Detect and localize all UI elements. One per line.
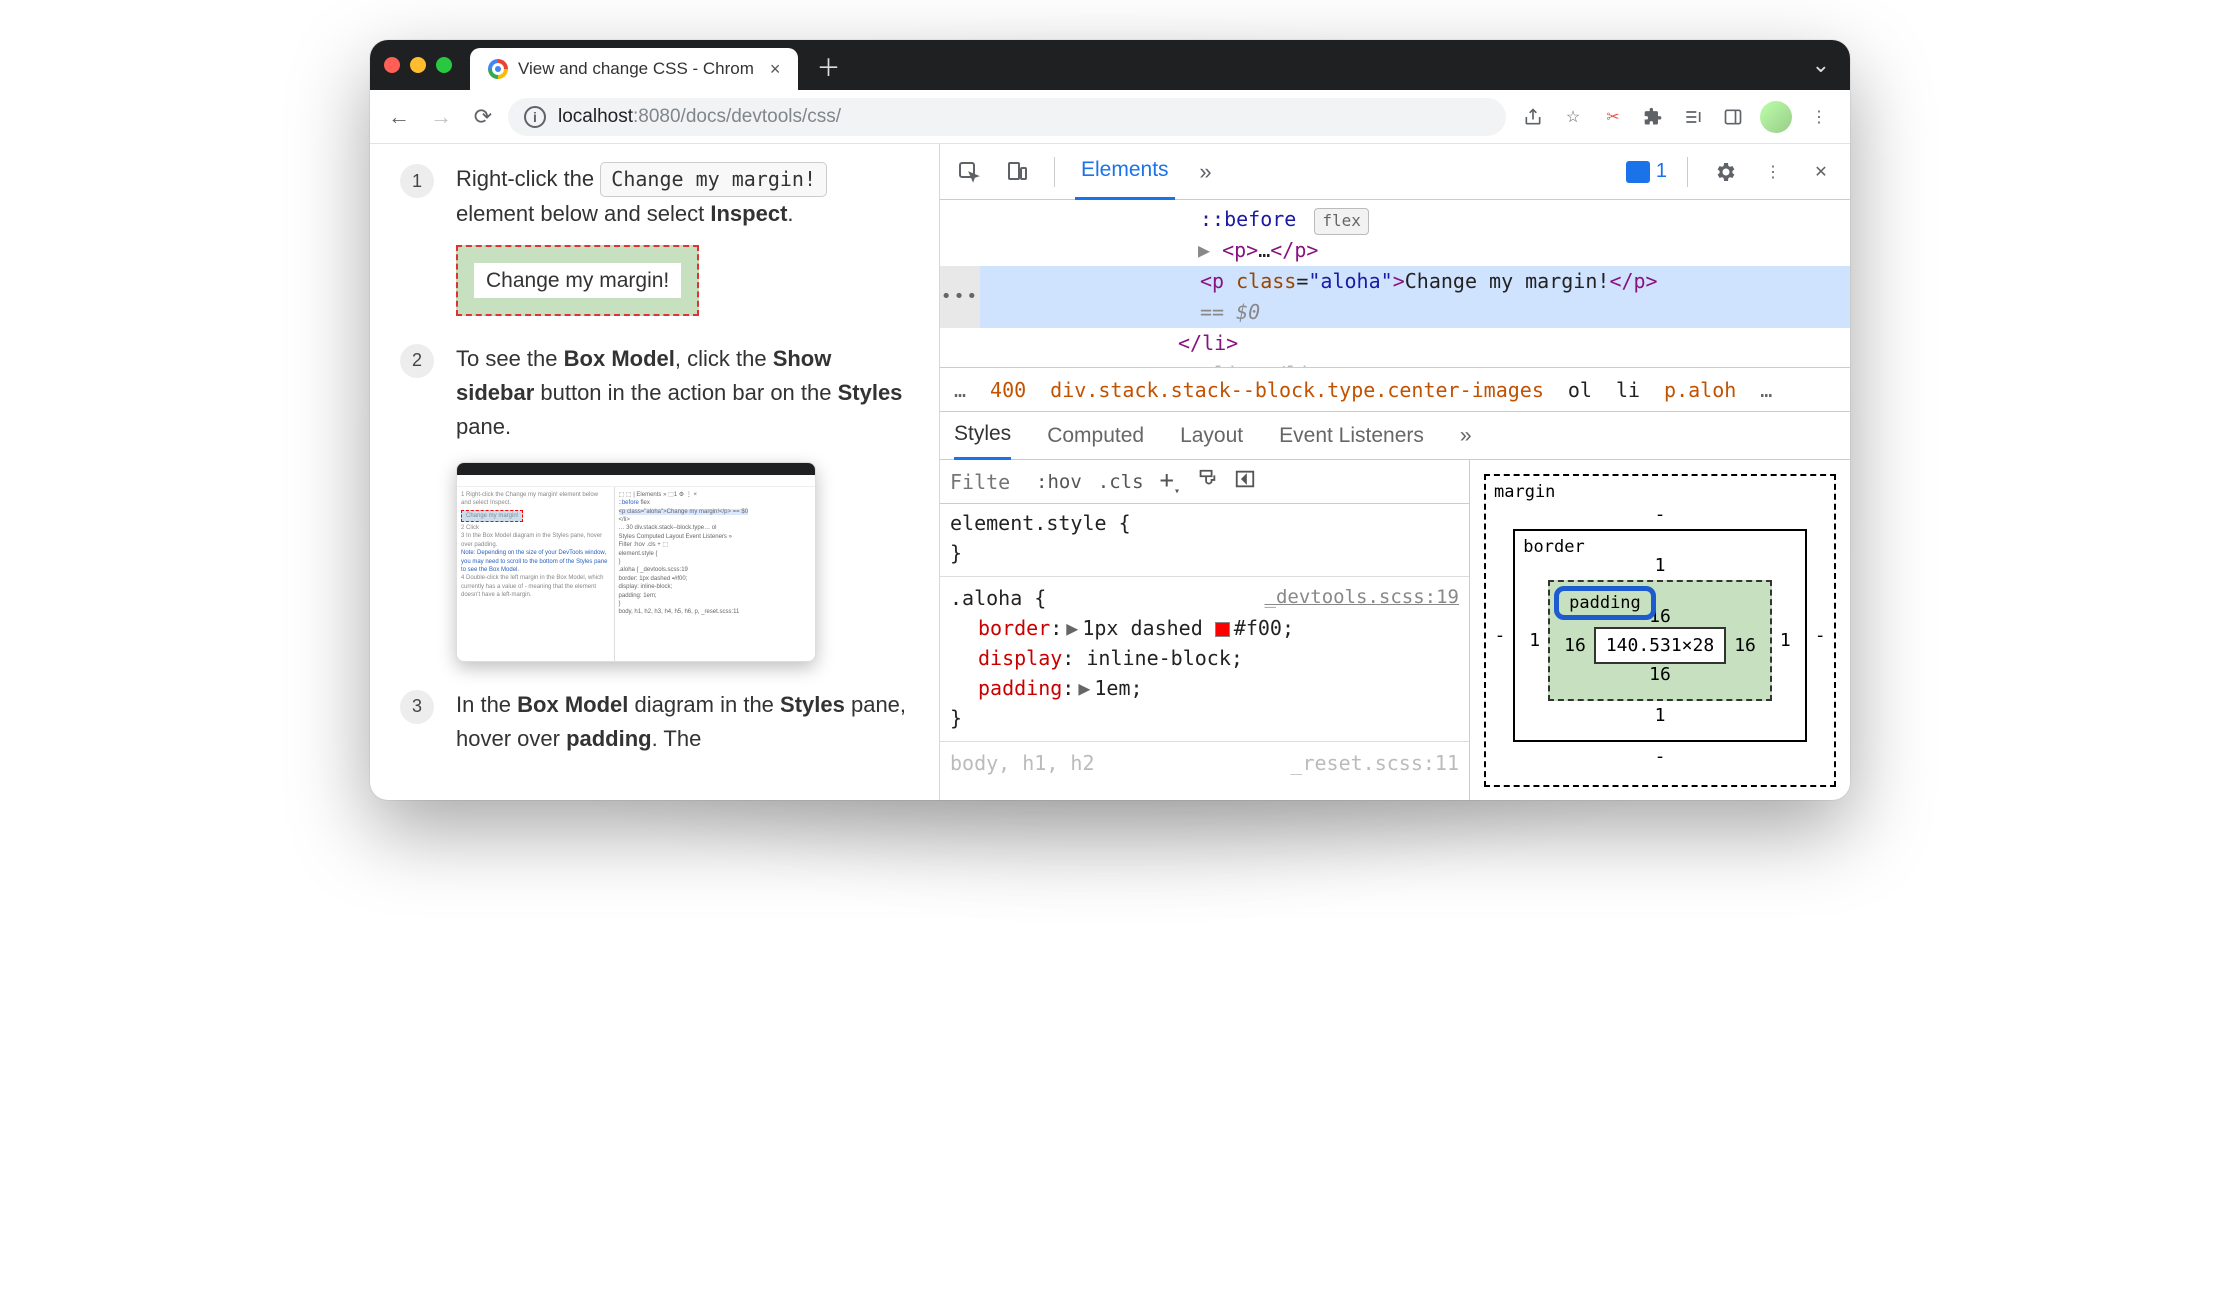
window-minimize-icon[interactable] (410, 57, 426, 73)
subtabs-overflow-icon[interactable]: » (1460, 413, 1472, 459)
bookmark-icon[interactable]: ☆ (1560, 104, 1586, 130)
issues-button[interactable]: 1 (1626, 160, 1667, 183)
computed-panel-icon[interactable] (1234, 468, 1256, 495)
url-field[interactable]: i localhost:8080/docs/devtools/css/ (508, 98, 1506, 136)
layout-tab[interactable]: Layout (1180, 413, 1243, 459)
tabs-overflow-icon[interactable]: » (1189, 155, 1223, 189)
box-model-diagram[interactable]: margin - - border 1 1 padding (1470, 460, 1850, 800)
devtools-panel: Elements » 1 ⋮ ✕ ::before flex ▶ <p>…</p… (940, 144, 1850, 800)
page-content: 1 Right-click the Change my margin! elem… (370, 144, 940, 800)
event-listeners-tab[interactable]: Event Listeners (1279, 413, 1424, 459)
window-close-icon[interactable] (384, 57, 400, 73)
extensions-icon[interactable] (1640, 104, 1666, 130)
reading-list-icon[interactable] (1680, 104, 1706, 130)
paint-icon[interactable] (1196, 468, 1218, 495)
tab-close-icon[interactable]: × (770, 59, 781, 80)
profile-avatar[interactable] (1760, 101, 1792, 133)
dom-breadcrumbs[interactable]: … 400 div.stack.stack--block.type.center… (940, 368, 1850, 412)
computed-tab[interactable]: Computed (1047, 413, 1144, 459)
settings-icon[interactable] (1708, 155, 1742, 189)
step-number: 3 (400, 690, 434, 724)
side-panel-icon[interactable] (1720, 104, 1746, 130)
browser-tab[interactable]: View and change CSS - Chrom × (470, 48, 798, 90)
code-sample: Change my margin! (600, 162, 827, 197)
cls-toggle[interactable]: .cls (1098, 471, 1144, 493)
tabs-overflow-icon[interactable]: ⌄ (1812, 52, 1830, 78)
styles-tab[interactable]: Styles (954, 411, 1011, 460)
styles-subtabs: Styles Computed Layout Event Listeners » (940, 412, 1850, 460)
url-host: localhost (558, 106, 633, 128)
menu-icon[interactable]: ⋮ (1806, 104, 1832, 130)
step-number: 1 (400, 164, 434, 198)
dom-breadcrumb-icon[interactable]: ••• (940, 266, 980, 328)
url-path: :8080/docs/devtools/css/ (633, 106, 841, 128)
address-bar: ← → ⟳ i localhost:8080/docs/devtools/css… (370, 90, 1850, 144)
new-rule-icon[interactable]: +▾ (1160, 466, 1180, 497)
demo-element[interactable]: Change my margin! (456, 245, 699, 316)
dom-selected-node[interactable]: ••• <p class="aloha">Change my margin!</… (940, 266, 1850, 328)
back-button[interactable]: ← (382, 100, 416, 134)
browser-window: View and change CSS - Chrom × ＋ ⌄ ← → ⟳ … (370, 40, 1850, 800)
inspect-element-icon[interactable] (952, 155, 986, 189)
titlebar: View and change CSS - Chrom × ＋ ⌄ (370, 40, 1850, 90)
dom-tree[interactable]: ::before flex ▶ <p>…</p> ••• <p class="a… (940, 200, 1850, 368)
hov-toggle[interactable]: :hov (1036, 471, 1082, 493)
padding-highlight[interactable]: padding (1554, 586, 1656, 620)
elements-tab[interactable]: Elements (1075, 143, 1175, 200)
devtools-close-icon[interactable]: ✕ (1804, 155, 1838, 189)
share-icon[interactable] (1520, 104, 1546, 130)
tab-favicon-icon (488, 59, 508, 79)
reload-button[interactable]: ⟳ (466, 100, 500, 134)
color-swatch-icon[interactable] (1215, 622, 1230, 637)
styles-pane: :hov .cls +▾ element.style { } _de (940, 460, 1470, 800)
more-icon[interactable]: ⋮ (1756, 155, 1790, 189)
new-tab-button[interactable]: ＋ (812, 49, 844, 81)
site-info-icon[interactable]: i (524, 106, 546, 128)
device-toolbar-icon[interactable] (1000, 155, 1034, 189)
window-zoom-icon[interactable] (436, 57, 452, 73)
step-number: 2 (400, 344, 434, 378)
styles-filter-input[interactable] (950, 470, 1020, 494)
source-link[interactable]: _devtools.scss:19 (1265, 583, 1459, 612)
tab-title: View and change CSS - Chrom (518, 59, 754, 79)
devtools-toolbar: Elements » 1 ⋮ ✕ (940, 144, 1850, 200)
forward-button[interactable]: → (424, 100, 458, 134)
thumbnail-image: 1 Right-click the Change my margin! elem… (456, 462, 816, 662)
scissors-icon[interactable]: ✂ (1600, 104, 1626, 130)
